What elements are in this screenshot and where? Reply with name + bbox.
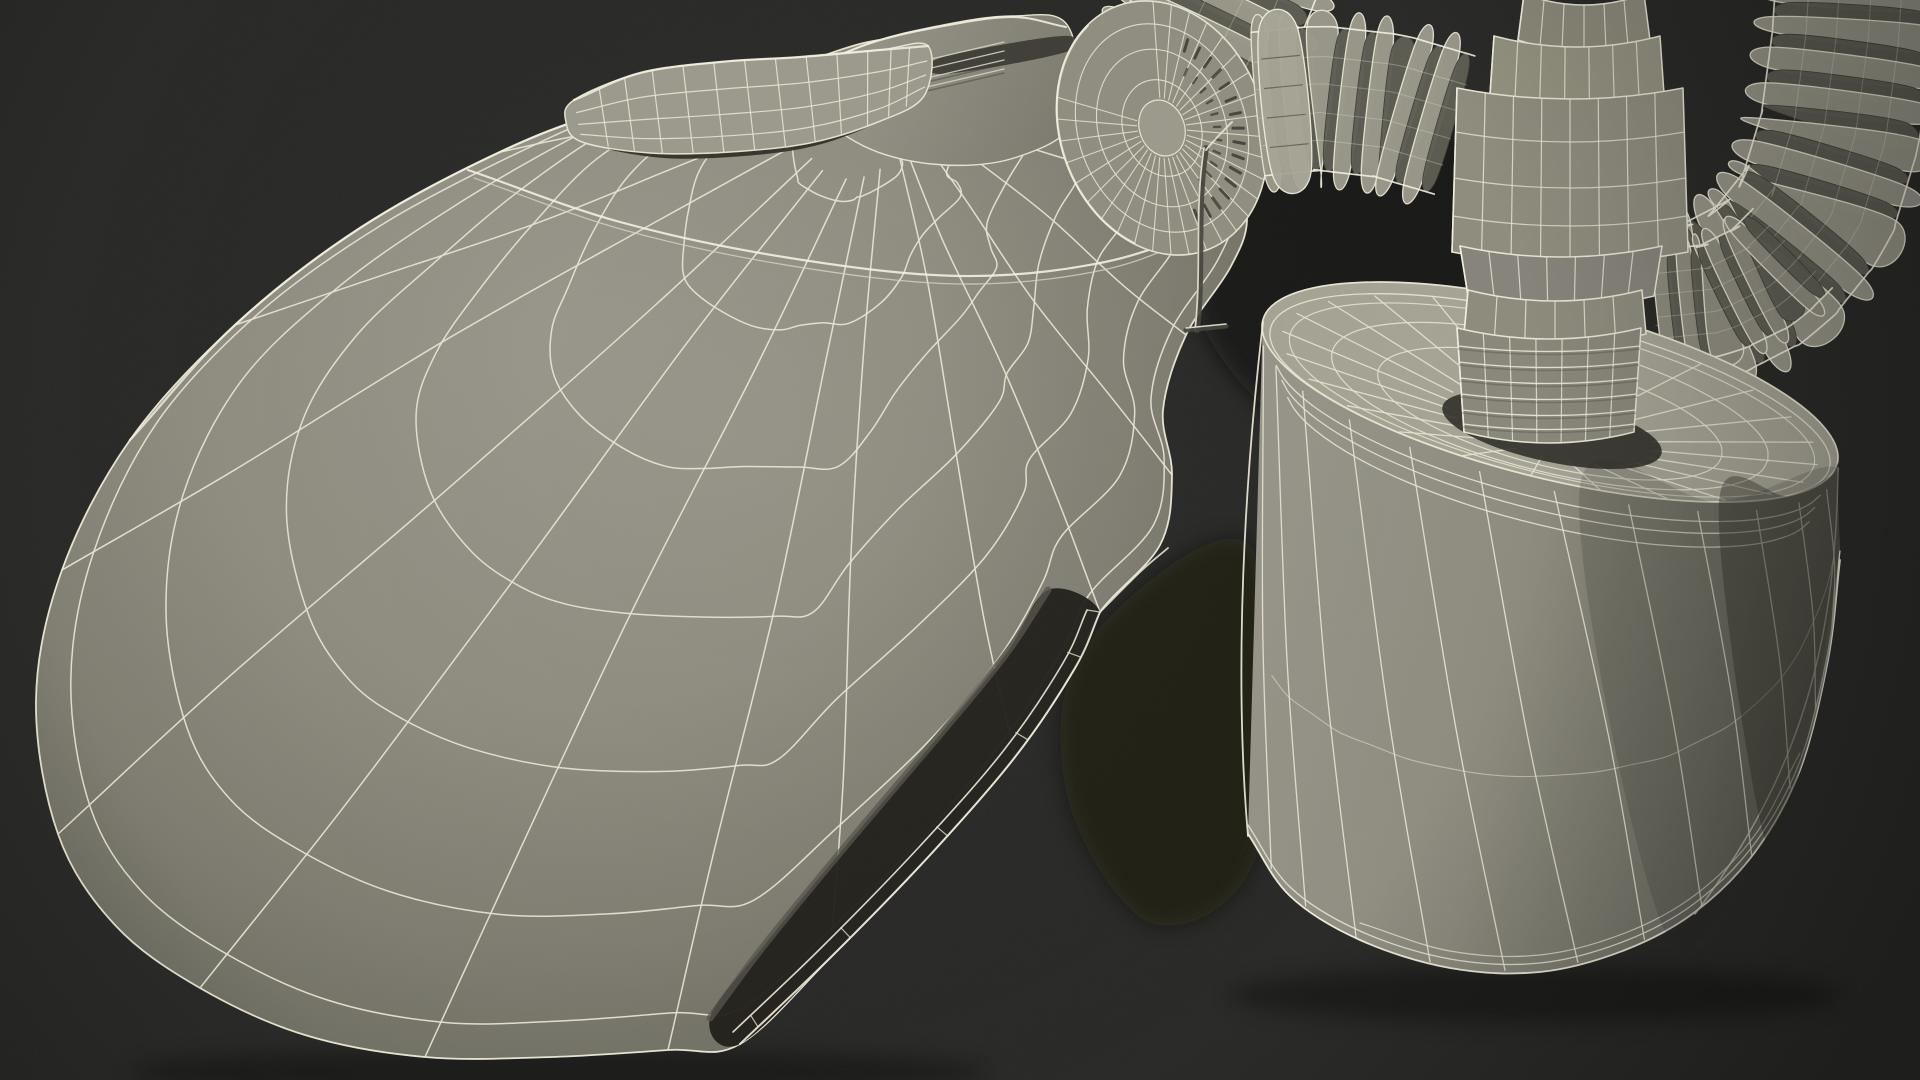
wireframe-scene <box>0 0 1920 1080</box>
viewport-3d-render <box>0 0 1920 1080</box>
